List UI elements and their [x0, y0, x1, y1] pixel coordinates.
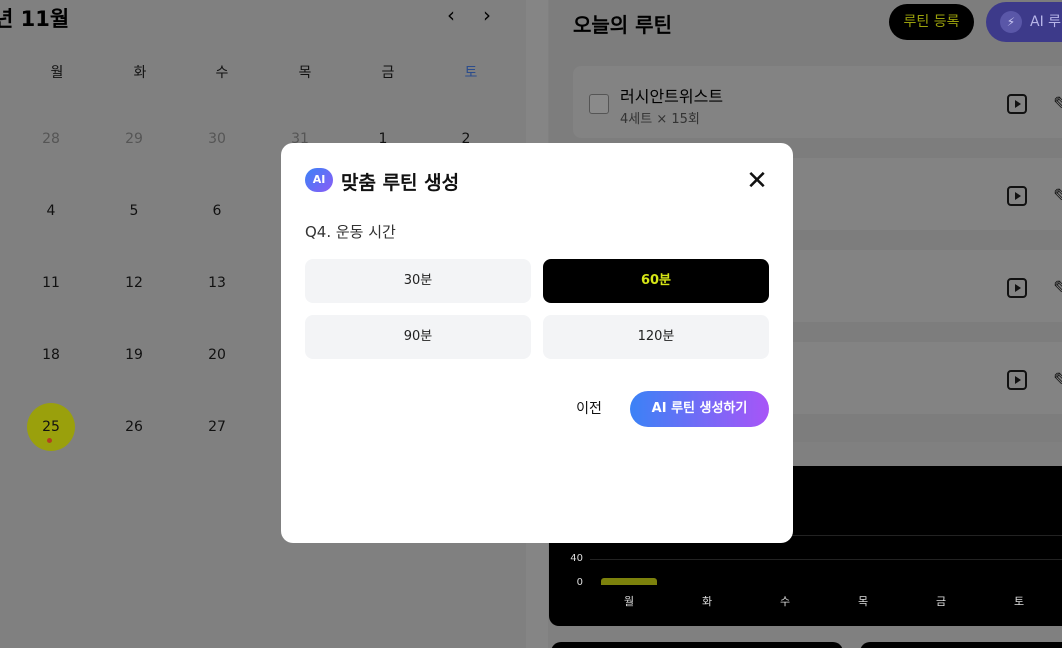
close-icon[interactable]: ✕ [743, 167, 771, 195]
modal-title: 맞춤 루틴 생성 [341, 172, 460, 194]
prev-button[interactable]: 이전 [561, 392, 617, 426]
ai-badge: AI [305, 168, 333, 192]
option-120min[interactable]: 120분 [543, 315, 769, 359]
option-90min[interactable]: 90분 [305, 315, 531, 359]
option-30min[interactable]: 30분 [305, 259, 531, 303]
ai-routine-modal: AI 맞춤 루틴 생성 ✕ Q4. 운동 시간 30분 60분 90분 120분… [281, 143, 793, 543]
option-60min[interactable]: 60분 [543, 259, 769, 303]
generate-routine-button[interactable]: AI 루틴 생성하기 [630, 391, 769, 427]
question-label: Q4. 운동 시간 [305, 223, 396, 241]
